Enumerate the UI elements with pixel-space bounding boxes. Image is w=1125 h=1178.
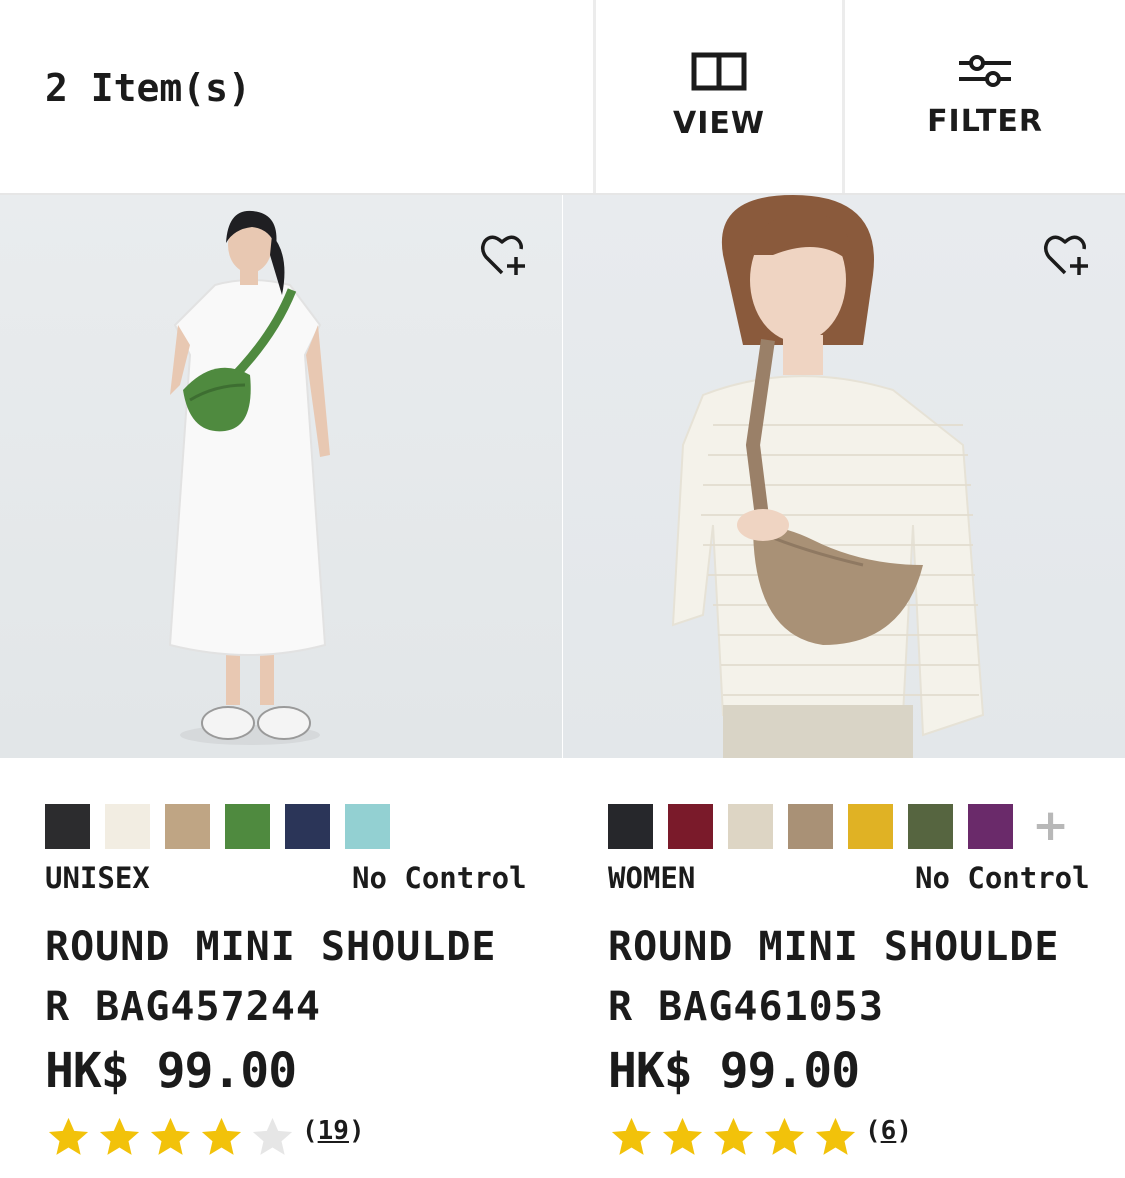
review-count-link[interactable]: (6) [865, 1116, 912, 1146]
filter-sliders-icon [959, 55, 1011, 87]
star-filled-icon [713, 1117, 754, 1155]
grid-view-icon [691, 52, 747, 91]
product-image[interactable] [0, 195, 562, 758]
product-price: HK$ 99.00 [45, 1043, 297, 1099]
item-count: 2 Item(s) [45, 66, 251, 110]
product-tag: No Control [915, 861, 1090, 895]
color-swatch[interactable] [608, 804, 653, 849]
color-swatches: + [608, 804, 1073, 849]
product-name[interactable]: ROUND MINI SHOULDER BAG461053 [608, 917, 1078, 1037]
product-gender: WOMEN [608, 861, 696, 895]
star-filled-icon [662, 1117, 703, 1155]
filter-label: FILTER [927, 104, 1043, 139]
color-swatch[interactable] [788, 804, 833, 849]
star-filled-icon [815, 1117, 856, 1155]
product-rating: (6) [608, 1114, 912, 1161]
star-rating [608, 1114, 859, 1161]
heart-plus-icon[interactable] [478, 229, 530, 281]
color-swatch[interactable] [285, 804, 330, 849]
product-gender: UNISEX [45, 861, 150, 895]
product-tag: No Control [352, 861, 527, 895]
product-card[interactable]: UNISEX No Control ROUND MINI SHOULDER BA… [0, 195, 562, 1178]
color-swatch[interactable] [225, 804, 270, 849]
star-filled-icon [201, 1117, 242, 1155]
product-rating: (19) [45, 1114, 365, 1161]
star-filled-icon [150, 1117, 191, 1155]
star-filled-icon [48, 1117, 89, 1155]
star-empty-icon [252, 1117, 293, 1155]
color-swatch[interactable] [728, 804, 773, 849]
plus-icon[interactable]: + [1028, 804, 1073, 849]
review-count: 6 [880, 1116, 897, 1146]
color-swatches [45, 804, 390, 849]
review-count-link[interactable]: (19) [302, 1116, 365, 1146]
color-swatch[interactable] [968, 804, 1013, 849]
star-filled-icon [764, 1117, 805, 1155]
view-button[interactable]: VIEW [596, 0, 842, 193]
filter-button[interactable]: FILTER [845, 0, 1125, 193]
heart-plus-icon[interactable] [1041, 229, 1093, 281]
color-swatch[interactable] [45, 804, 90, 849]
color-swatch[interactable] [105, 804, 150, 849]
star-filled-icon [99, 1117, 140, 1155]
product-card[interactable]: + WOMEN No Control ROUND MINI SHOULDER B… [563, 195, 1125, 1178]
color-swatch[interactable] [345, 804, 390, 849]
results-toolbar: 2 Item(s) VIEW FILTER [0, 0, 1125, 195]
product-image[interactable] [563, 195, 1125, 758]
color-swatch[interactable] [668, 804, 713, 849]
star-rating [45, 1114, 296, 1161]
color-swatch[interactable] [848, 804, 893, 849]
star-filled-icon [611, 1117, 652, 1155]
product-name[interactable]: ROUND MINI SHOULDER BAG457244 [45, 917, 515, 1037]
color-swatch[interactable] [165, 804, 210, 849]
view-label: VIEW [673, 106, 765, 141]
product-price: HK$ 99.00 [608, 1043, 860, 1099]
color-swatch[interactable] [908, 804, 953, 849]
review-count: 19 [317, 1116, 349, 1146]
